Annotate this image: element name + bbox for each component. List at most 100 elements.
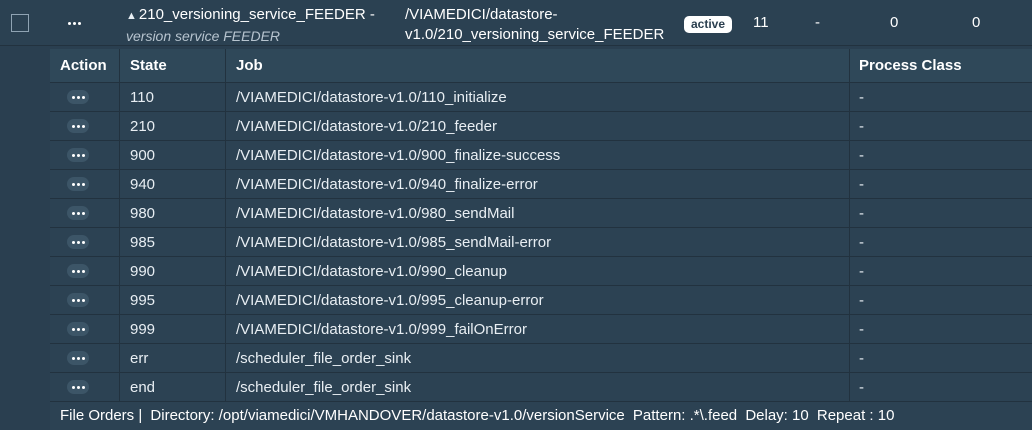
- more-dot: [76, 182, 80, 186]
- file-orders-delay: Delay: 10: [745, 407, 809, 424]
- row-job-link[interactable]: /VIAMEDICI/datastore-v1.0/995_cleanup-er…: [236, 292, 544, 309]
- more-dot: [71, 240, 75, 244]
- table-row: 210/VIAMEDICI/datastore-v1.0/210_feeder -: [50, 112, 1032, 141]
- more-dot: [81, 153, 85, 157]
- more-dot: [76, 211, 80, 215]
- more-dot: [81, 385, 85, 389]
- more-dot: [76, 269, 80, 273]
- row-more-button[interactable]: [67, 177, 89, 191]
- more-dot: [81, 240, 85, 244]
- job-chain-subtitle: version service FEEDER: [126, 28, 281, 44]
- file-orders-footer: File Orders | Directory: /opt/viamedici/…: [50, 401, 1032, 430]
- more-dot: [71, 269, 75, 273]
- row-process-class: -: [859, 147, 864, 164]
- table-row: end/scheduler_file_order_sink -: [50, 373, 1032, 402]
- table-row: 110/VIAMEDICI/datastore-v1.0/110_initial…: [50, 83, 1032, 112]
- header-job: Job: [236, 57, 263, 74]
- job-chain-title: 210_versioning_service_FEEDER -: [138, 6, 375, 23]
- row-more-button[interactable]: [67, 322, 89, 336]
- count-column-4: 0: [972, 14, 981, 31]
- file-orders-directory: Directory: /opt/viamedici/VMHANDOVER/dat…: [150, 407, 625, 424]
- table-row: err/scheduler_file_order_sink -: [50, 344, 1032, 373]
- caret-up-icon[interactable]: ▲: [126, 10, 137, 22]
- row-job-link[interactable]: /scheduler_file_order_sink: [236, 350, 411, 367]
- row-process-class: -: [859, 234, 864, 251]
- table-row: 985/VIAMEDICI/datastore-v1.0/985_sendMai…: [50, 228, 1032, 257]
- job-chain-title-line: ▲ 210_versioning_service_FEEDER -: [126, 5, 386, 26]
- row-state: 985: [130, 234, 156, 251]
- more-dot: [71, 298, 75, 302]
- more-dot: [76, 385, 80, 389]
- job-chain-path-line2: v1.0/210_versioning_service_FEEDER: [405, 26, 665, 43]
- row-state: 110: [130, 89, 154, 106]
- more-dot: [71, 385, 75, 389]
- job-chain-path-line1: /VIAMEDICI/datastore-: [405, 6, 558, 23]
- table-row: 995/VIAMEDICI/datastore-v1.0/995_cleanup…: [50, 286, 1032, 315]
- row-more-button[interactable]: [67, 235, 89, 249]
- file-orders-label: File Orders |: [60, 407, 143, 424]
- row-job-link[interactable]: /VIAMEDICI/datastore-v1.0/210_feeder: [236, 118, 497, 135]
- table-header: Action State Job Process Class: [50, 49, 1032, 83]
- job-chain-more-button[interactable]: [63, 16, 85, 30]
- row-more-button[interactable]: [67, 293, 89, 307]
- row-more-button[interactable]: [67, 351, 89, 365]
- more-dot: [81, 211, 85, 215]
- more-dot: [71, 124, 75, 128]
- row-more-button[interactable]: [67, 264, 89, 278]
- row-state: 999: [130, 321, 156, 338]
- more-dot: [71, 356, 75, 360]
- header-action: Action: [60, 57, 107, 74]
- row-job-link[interactable]: /scheduler_file_order_sink: [236, 379, 411, 396]
- row-process-class: -: [859, 321, 864, 338]
- more-dot: [71, 211, 75, 215]
- row-job-link[interactable]: /VIAMEDICI/datastore-v1.0/900_finalize-s…: [236, 147, 560, 164]
- row-job-link[interactable]: /VIAMEDICI/datastore-v1.0/985_sendMail-e…: [236, 234, 551, 251]
- more-dot: [81, 298, 85, 302]
- more-dot: [81, 95, 85, 99]
- row-job-link[interactable]: /VIAMEDICI/datastore-v1.0/110_initialize: [236, 89, 507, 106]
- row-process-class: -: [859, 118, 864, 135]
- select-checkbox[interactable]: [11, 14, 29, 32]
- table-row: 940/VIAMEDICI/datastore-v1.0/940_finaliz…: [50, 170, 1032, 199]
- count-column-1: 11: [753, 14, 769, 31]
- more-dot: [76, 95, 80, 99]
- job-chain-name[interactable]: ▲ 210_versioning_service_FEEDER - version…: [126, 5, 386, 46]
- row-state: 990: [130, 263, 156, 280]
- row-more-button[interactable]: [67, 148, 89, 162]
- more-dot: [71, 153, 75, 157]
- header-state: State: [130, 57, 167, 74]
- row-state: 900: [130, 147, 156, 164]
- more-dot: [76, 124, 80, 128]
- header-process-class: Process Class: [859, 57, 962, 74]
- row-process-class: -: [859, 379, 864, 396]
- more-dot: [81, 327, 85, 331]
- row-process-class: -: [859, 292, 864, 309]
- row-job-link[interactable]: /VIAMEDICI/datastore-v1.0/940_finalize-e…: [236, 176, 538, 193]
- row-more-button[interactable]: [67, 380, 89, 394]
- row-process-class: -: [859, 350, 864, 367]
- more-dot: [77, 21, 81, 25]
- row-more-button[interactable]: [67, 119, 89, 133]
- row-process-class: -: [859, 176, 864, 193]
- job-chain-path[interactable]: /VIAMEDICI/datastore- v1.0/210_versionin…: [405, 5, 675, 45]
- more-dot: [76, 298, 80, 302]
- more-dot: [76, 153, 80, 157]
- file-orders-repeat: Repeat : 10: [816, 407, 895, 424]
- row-job-link[interactable]: /VIAMEDICI/datastore-v1.0/980_sendMail: [236, 205, 514, 222]
- job-nodes-table: Action State Job Process Class 110/VIAME…: [50, 49, 1032, 430]
- row-job-link[interactable]: /VIAMEDICI/datastore-v1.0/999_failOnErro…: [236, 321, 527, 338]
- count-column-2: -: [815, 14, 820, 31]
- row-state: 995: [130, 292, 156, 309]
- more-dot: [71, 95, 75, 99]
- row-process-class: -: [859, 263, 864, 280]
- row-state: err: [130, 350, 149, 367]
- status-badge: active: [684, 16, 733, 33]
- row-more-button[interactable]: [67, 90, 89, 104]
- table-row: 900/VIAMEDICI/datastore-v1.0/900_finaliz…: [50, 141, 1032, 170]
- count-column-3: 0: [890, 14, 899, 31]
- row-job-link[interactable]: /VIAMEDICI/datastore-v1.0/990_cleanup: [236, 263, 507, 280]
- more-dot: [76, 356, 80, 360]
- row-process-class: -: [859, 89, 864, 106]
- more-dot: [71, 182, 75, 186]
- row-more-button[interactable]: [67, 206, 89, 220]
